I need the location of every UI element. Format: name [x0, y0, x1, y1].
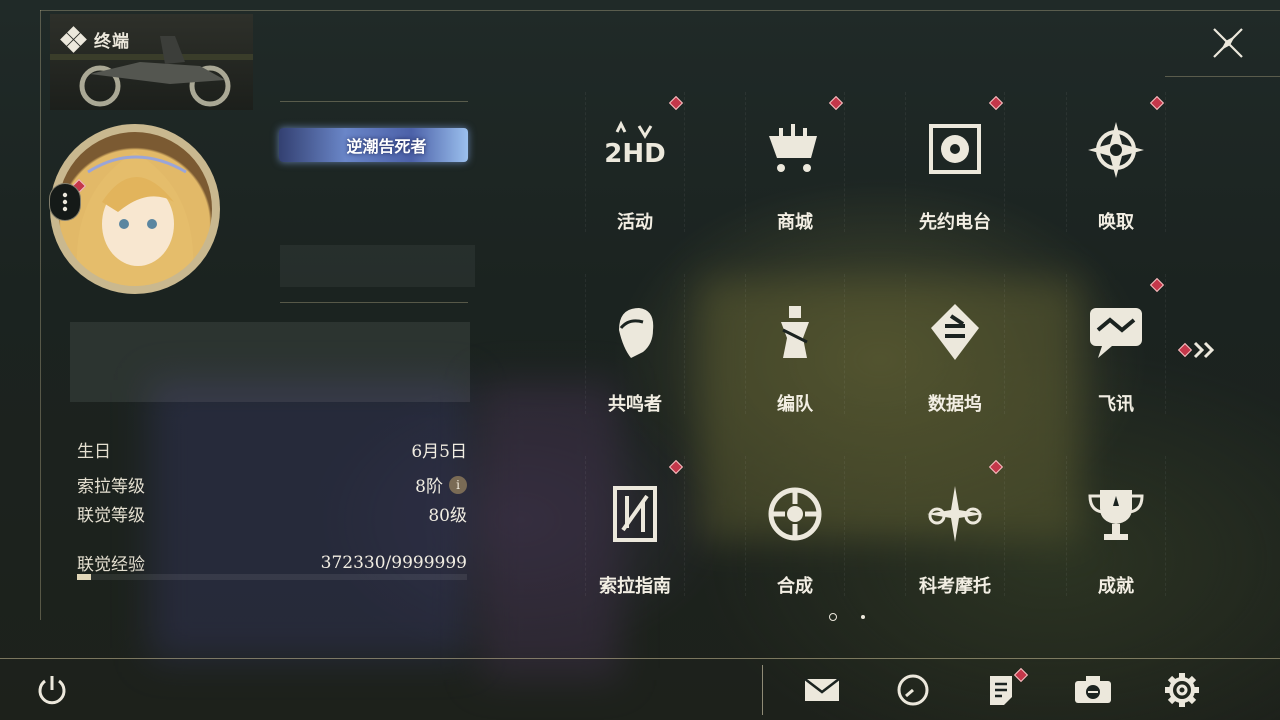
stat-sol-rank: 索拉等级 8阶 i [77, 472, 467, 497]
stat-label: 索拉等级 [77, 477, 145, 497]
menu-item-shop-cart[interactable]: 商城 [745, 95, 845, 250]
player-name-field [280, 245, 475, 287]
svg-text:2HD: 2HD [604, 139, 665, 169]
menu-item-label: 先约电台 [919, 212, 991, 233]
double-chevron-right-icon [1193, 341, 1215, 359]
stat-birthday: 生日 6月5日 [77, 437, 467, 462]
diamond-cluster-icon [60, 25, 87, 53]
frame-top-line [40, 10, 1280, 11]
menu-item-message-chat[interactable]: 飞讯 [1066, 277, 1166, 432]
page-indicator[interactable] [861, 615, 865, 619]
page-title: 终端 [94, 32, 130, 52]
frame-badge-line [280, 101, 468, 102]
stat-value: 8阶 [415, 477, 443, 497]
camera-icon [1075, 676, 1111, 703]
shop-cart-icon [763, 118, 827, 182]
next-page-badge [1177, 342, 1193, 358]
synthesis-icon [763, 482, 827, 546]
menu-item-team-chess[interactable]: 编队 [745, 282, 845, 432]
stat-union-level: 联觉等级 80级 [77, 501, 467, 526]
exp-progress-bar [77, 574, 467, 580]
info-icon[interactable]: i [449, 475, 467, 494]
menu-item-label: 共鸣者 [608, 394, 662, 415]
stat-value: 6月5日 [411, 442, 467, 462]
more-dots-icon [62, 192, 68, 212]
menu-item-event-2hd[interactable]: 2HD 活动 [585, 95, 685, 250]
convene-compass-icon [1084, 118, 1148, 182]
title-badge[interactable]: 逆潮告死者 [279, 128, 468, 162]
more-options-button[interactable] [49, 183, 81, 221]
menu-item-label: 飞讯 [1098, 394, 1134, 415]
menu-item-label: 活动 [617, 212, 653, 233]
team-chess-icon [763, 300, 827, 364]
menu-item-synthesis[interactable]: 合成 [745, 464, 845, 614]
stat-value: 372330/9999999 [320, 552, 467, 573]
stat-value-wrap: 8阶 i [415, 472, 467, 497]
avatar [58, 132, 212, 286]
menu-item-label: 数据坞 [928, 394, 982, 415]
menu-item-label: 商城 [777, 212, 813, 233]
message-chat-icon [1084, 300, 1148, 364]
notice-document-icon [990, 676, 1012, 705]
menu-item-radio[interactable]: 先约电台 [905, 95, 1005, 250]
menu-item-trophy[interactable]: 成就 [1066, 464, 1166, 614]
clock-icon [897, 674, 929, 706]
menu-item-motorbike[interactable]: 科考摩托 [905, 459, 1005, 614]
menu-item-label: 合成 [777, 576, 813, 597]
motorbike-icon [923, 482, 987, 546]
menu-item-label: 成就 [1098, 576, 1134, 597]
frame-left-line [40, 10, 41, 620]
stat-label: 联觉等级 [77, 506, 145, 526]
stat-union-exp: 联觉经验 372330/9999999 [77, 550, 467, 576]
signature-field[interactable] [70, 322, 470, 402]
guidebook-icon [603, 482, 667, 546]
menu-item-label: 索拉指南 [599, 576, 671, 597]
menu-item-convene-compass[interactable]: 唤取 [1066, 95, 1166, 250]
close-button[interactable] [1207, 22, 1249, 64]
clock-button[interactable] [891, 668, 935, 712]
menu-item-label: 科考摩托 [919, 576, 991, 597]
event-2hd-icon: 2HD [603, 118, 667, 182]
stat-label: 联觉经验 [77, 555, 145, 575]
data-bank-icon [923, 300, 987, 364]
notice-button[interactable] [980, 667, 1029, 712]
mail-button[interactable] [800, 668, 844, 712]
footer-divider [0, 658, 1280, 659]
exp-progress-fill [77, 574, 92, 580]
radio-icon [923, 118, 987, 182]
menu-item-label: 唤取 [1098, 212, 1134, 233]
resonator-head-icon [603, 300, 667, 364]
avatar-portrait [76, 152, 194, 286]
stat-value: 80级 [428, 506, 467, 526]
photo-button[interactable] [1071, 668, 1115, 712]
power-button[interactable] [30, 668, 74, 712]
close-icon [1213, 28, 1243, 58]
footer-separator [762, 665, 763, 715]
page-indicator-active[interactable] [829, 613, 837, 621]
frame-close-line [1165, 76, 1280, 77]
stat-label: 生日 [77, 442, 111, 462]
menu-item-resonator-head[interactable]: 共鸣者 [585, 282, 685, 432]
title-badge-label: 逆潮告死者 [346, 137, 427, 156]
mail-icon [804, 678, 840, 701]
settings-button[interactable] [1160, 668, 1204, 712]
trophy-icon [1084, 482, 1148, 546]
power-icon [38, 676, 66, 705]
next-page-button[interactable] [1177, 340, 1218, 360]
terminal-header: 终端 [60, 25, 130, 53]
menu-item-label: 编队 [777, 394, 813, 415]
frame-name-line [280, 302, 468, 303]
menu-item-data-bank[interactable]: 数据坞 [905, 282, 1005, 432]
gear-icon [1165, 673, 1199, 707]
menu-item-guidebook[interactable]: 索拉指南 [585, 459, 685, 614]
